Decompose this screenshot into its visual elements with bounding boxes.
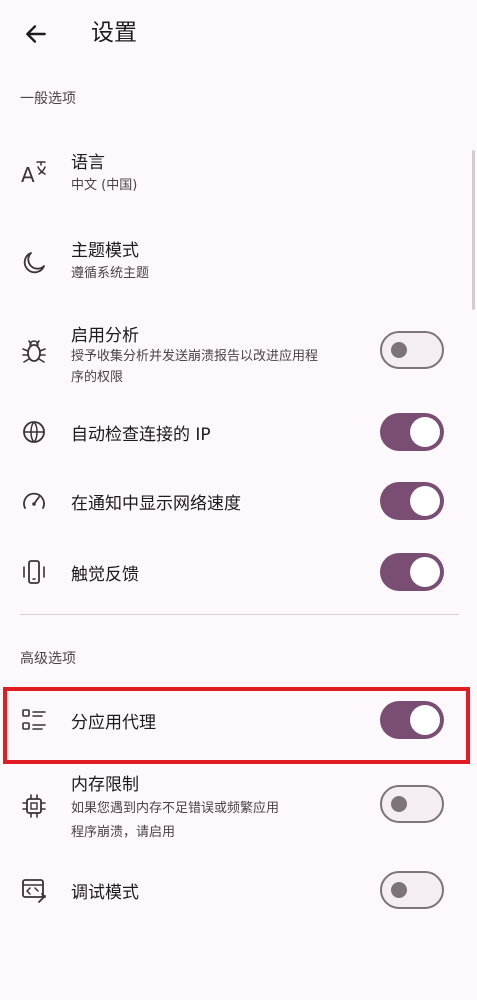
highlight-box [3,687,470,764]
setting-memory-limit-title: 内存限制 [71,775,139,795]
scrollbar[interactable] [472,150,475,310]
toggle-thumb [410,417,440,447]
section-header-general: 一般选项 [20,91,76,107]
network-speed-toggle[interactable] [380,482,444,520]
setting-language[interactable]: A 语言 中文 (中国) [0,140,477,208]
setting-language-value: 中文 (中国) [71,178,138,193]
auto-check-ip-toggle[interactable] [380,413,444,451]
setting-debug-mode-title: 调试模式 [71,883,139,903]
memory-limit-toggle[interactable] [380,785,444,823]
back-button[interactable] [18,16,54,52]
svg-text:A: A [21,163,35,186]
setting-theme-title: 主题模式 [71,241,139,261]
moon-icon [18,246,50,278]
page-title: 设置 [91,20,137,46]
setting-analytics-desc-2: 序的权限 [71,370,124,385]
setting-debug-mode[interactable]: 调试模式 [0,866,477,914]
toggle-thumb [391,342,407,358]
setting-haptic-title: 触觉反馈 [71,565,139,585]
setting-theme-value: 遵循系统主题 [71,266,150,281]
setting-language-title: 语言 [71,153,105,173]
setting-analytics-title: 启用分析 [71,326,139,346]
section-header-advanced: 高级选项 [20,651,76,667]
section-divider [20,614,459,615]
setting-memory-limit[interactable]: 内存限制 如果您遇到内存不足错误或频繁应用 程序崩溃，请启用 [0,768,477,848]
toggle-thumb [391,796,407,812]
phone-vibrate-icon [18,556,50,588]
speedometer-icon [18,485,50,517]
toggle-thumb [391,882,407,898]
setting-haptic[interactable]: 触觉反馈 [0,548,477,596]
setting-memory-limit-desc-1: 如果您遇到内存不足错误或频繁应用 [71,801,280,816]
debug-mode-toggle[interactable] [380,871,444,909]
bug-icon [18,335,50,367]
setting-analytics[interactable]: 启用分析 授予收集分析并发送崩溃报告以改进应用程 序的权限 [0,316,477,388]
arrow-left-icon [26,25,46,43]
analytics-toggle[interactable] [380,331,444,369]
app-bar: 设置 [0,0,477,68]
setting-network-speed[interactable]: 在通知中显示网络速度 [0,477,477,525]
setting-theme[interactable]: 主题模式 遵循系统主题 [0,228,477,296]
haptic-toggle[interactable] [380,553,444,591]
toggle-thumb [410,486,440,516]
setting-memory-limit-desc-2: 程序崩溃，请启用 [71,825,176,840]
setting-auto-check-ip-title: 自动检查连接的 IP [71,425,211,445]
debug-code-icon [18,874,50,906]
setting-auto-check-ip[interactable]: 自动检查连接的 IP [0,408,477,456]
translate-icon: A [18,156,50,188]
chip-icon [18,790,50,822]
globe-icon [18,416,50,448]
setting-analytics-desc-1: 授予收集分析并发送崩溃报告以改进应用程 [71,349,319,364]
toggle-thumb [410,557,440,587]
setting-network-speed-title: 在通知中显示网络速度 [71,494,241,514]
